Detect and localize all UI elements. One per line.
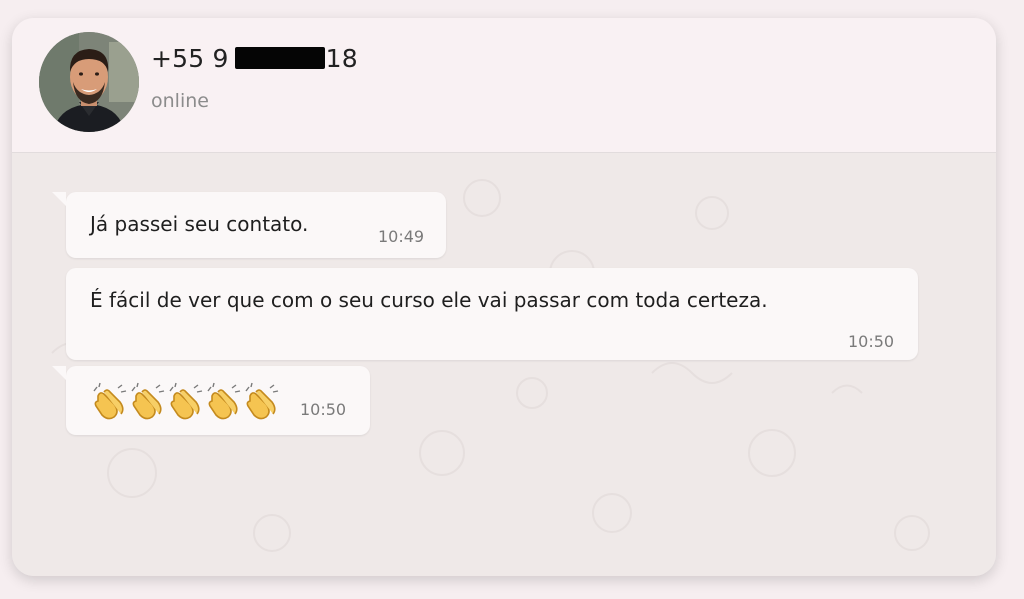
clapping-hands-icon bbox=[131, 382, 165, 420]
contact-status: online bbox=[151, 90, 209, 112]
message-time: 10:49 bbox=[378, 227, 425, 246]
message-text: É fácil de ver que com o seu curso ele v… bbox=[90, 288, 768, 312]
phone-prefix: +55 9 bbox=[151, 44, 229, 73]
bubble-tail bbox=[52, 366, 66, 380]
message-bubble[interactable]: 10:50 bbox=[52, 366, 370, 435]
message-time: 10:50 bbox=[300, 400, 347, 419]
bubble-tail bbox=[52, 192, 66, 206]
contact-avatar[interactable] bbox=[39, 32, 139, 132]
message-text: Já passei seu contato. bbox=[90, 212, 309, 236]
clapping-hands-icon bbox=[169, 382, 203, 420]
chat-header[interactable]: +55 9 18 online bbox=[12, 18, 996, 153]
clapping-hands-icon bbox=[93, 382, 127, 420]
chat-window: +55 9 18 online Já passei seu contato. 1… bbox=[12, 18, 996, 576]
redaction-bar bbox=[234, 47, 325, 69]
contact-phone[interactable]: +55 9 18 bbox=[151, 44, 358, 73]
clapping-hands-icon bbox=[245, 382, 279, 420]
message-bubble[interactable]: Já passei seu contato. 10:49 bbox=[52, 192, 446, 258]
clapping-hands-icon bbox=[207, 382, 241, 420]
message-bubble[interactable]: É fácil de ver que com o seu curso ele v… bbox=[66, 268, 918, 360]
phone-suffix: 18 bbox=[325, 44, 358, 73]
message-time: 10:50 bbox=[848, 332, 895, 351]
message-area[interactable]: Já passei seu contato. 10:49 É fácil de … bbox=[12, 153, 996, 576]
